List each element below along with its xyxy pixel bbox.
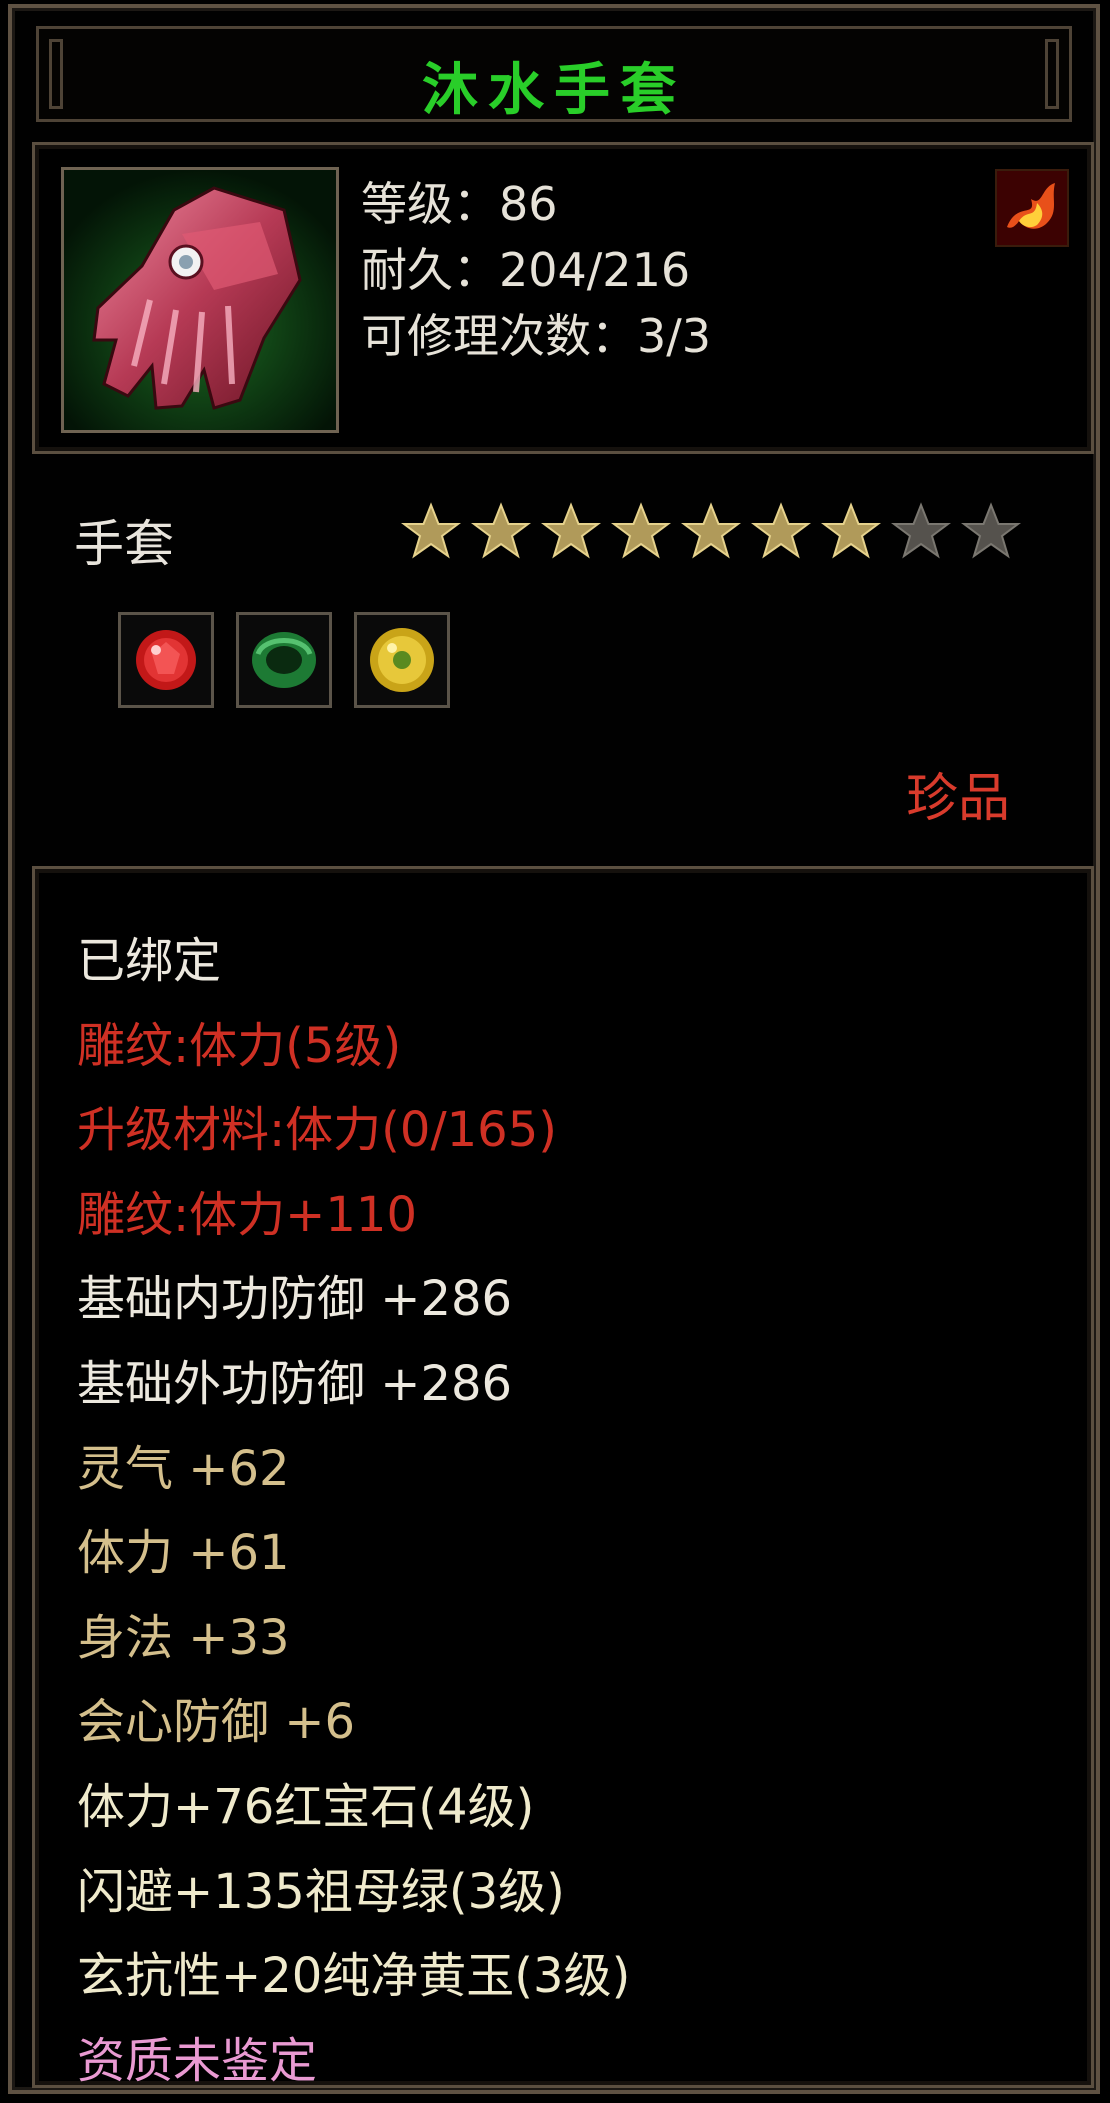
item-category: 手套 [74,515,174,573]
attribute-line: 会心防御 +6 [77,1694,356,1751]
level-label: 等级： [361,177,499,231]
attribute-line: 已绑定 [77,933,222,989]
star-empty-icon [961,502,1021,559]
attributes-box: 已绑定 雕纹:体力(5级) 升级材料:体力(0/165) 雕纹:体力+110 基… [32,866,1094,2089]
attribute-line: 升级材料:体力(0/165) [77,1102,557,1159]
star-filled-icon [821,502,881,559]
attribute-line: 体力 +61 [77,1525,290,1582]
repair-label: 可修理次数： [361,309,637,363]
star-filled-icon [751,502,811,559]
attribute-line: 雕纹:体力(5级) [77,1017,402,1074]
star-filled-icon [611,502,671,559]
item-stats: 等级：86 耐久：204/216 可修理次数：3/3 [361,171,711,369]
glove-icon [61,167,339,433]
attribute-line: 体力+76红宝石(4级) [77,1778,535,1835]
star-filled-icon [681,502,741,559]
star-filled-icon [541,502,601,559]
level-value: 86 [499,177,558,231]
repair-value: 3/3 [637,309,712,363]
durability-row: 耐久：204/216 [361,237,711,303]
rarity-label: 珍品 [905,769,1010,829]
gem-slots [118,612,450,708]
attribute-line: 身法 +33 [77,1609,290,1666]
item-name: 沐水手套 [422,58,686,123]
attribute-line: 基础内功防御 +286 [77,1271,513,1328]
emerald-ring-icon [236,612,332,708]
attribute-line: 基础外功防御 +286 [77,1355,513,1412]
attribute-line: 闪避+135祖母绿(3级) [77,1863,565,1920]
attribute-line: 资质未鉴定 [77,2032,318,2089]
star-filled-icon [471,502,531,559]
level-row: 等级：86 [361,171,711,237]
attribute-list: 已绑定 雕纹:体力(5级) 升级材料:体力(0/165) 雕纹:体力+110 基… [77,919,630,2103]
title-bar: 沐水手套 [36,26,1072,123]
item-tooltip: 沐水手套 等级：86 耐久：204/216 可修理次数：3/3 手套 珍品 已绑… [8,4,1100,2094]
star-empty-icon [891,502,951,559]
item-header: 等级：86 耐久：204/216 可修理次数：3/3 [32,142,1094,454]
durability-label: 耐久： [361,243,499,297]
attribute-line: 玄抗性+20纯净黄玉(3级) [77,1948,631,2005]
repair-row: 可修理次数：3/3 [361,303,711,369]
flame-badge-icon [995,169,1069,247]
yellow-jade-icon [354,612,450,708]
star-rating [400,502,1022,564]
attribute-line: 灵气 +62 [77,1440,290,1497]
durability-value: 204/216 [499,243,691,297]
star-filled-icon [401,502,461,559]
red-ruby-icon [118,612,214,708]
attribute-line: 雕纹:体力+110 [77,1186,418,1243]
